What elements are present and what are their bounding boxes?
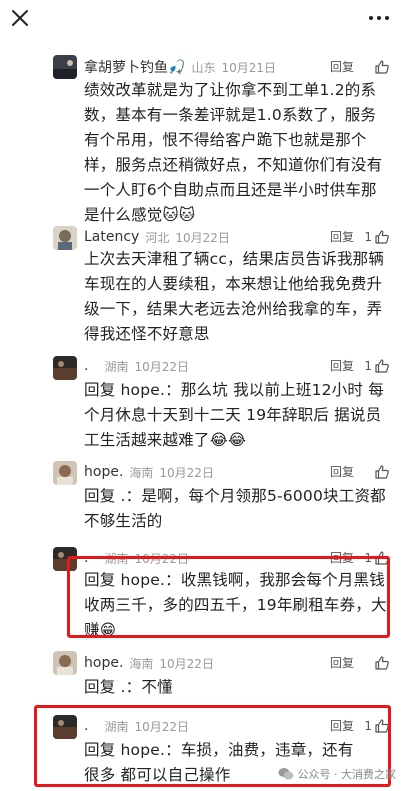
like-count: 1 [364, 359, 372, 373]
like-count: 1 [364, 230, 372, 244]
comment-meta: hope. 海南 10月22日 [84, 460, 214, 484]
region: 山东 [191, 60, 216, 75]
comment-text: 绩效改革就是为了让你拿不到工单1.2的系数，基本有一条差评就是1.0系数了，服务… [84, 81, 383, 224]
thumbs-up-icon [375, 359, 389, 373]
reply-button[interactable]: 回复 [330, 55, 354, 79]
date: 10月22日 [159, 465, 214, 480]
reply-button[interactable]: 回复 [330, 460, 354, 484]
wechat-icon [278, 768, 293, 780]
thumbs-up-icon [375, 465, 389, 479]
region: 海南 [129, 656, 154, 671]
username[interactable]: hope. [84, 464, 123, 480]
like-button[interactable]: 1 [364, 225, 390, 249]
thumbs-up-icon [375, 60, 389, 74]
avatar[interactable] [53, 356, 77, 380]
username[interactable]: Latency [84, 229, 139, 245]
avatar[interactable] [53, 55, 77, 79]
date: 10月22日 [134, 359, 190, 374]
date: 10月22日 [159, 656, 214, 671]
comment-text: 回复 .：不懂 [84, 678, 173, 696]
watermark: 公众号 · 大消费之家 [278, 766, 397, 782]
date: 10月22日 [175, 230, 230, 245]
like-button[interactable]: 1 [364, 354, 390, 378]
region: 湖南 [104, 359, 129, 374]
username[interactable]: hope. [84, 655, 123, 671]
like-button[interactable] [372, 651, 390, 675]
avatar[interactable] [53, 651, 77, 675]
comment-text: 回复 hope.：那么坑 我以前上班12小时 每个月休息十天到十二天 19年辞职… [84, 381, 384, 449]
thumbs-up-icon [375, 656, 389, 670]
avatar[interactable] [53, 226, 77, 250]
comment-text: 上次去天津租了辆cc，结果店员告诉我那辆车现在的人要续租，本来想让他给我免费升级… [84, 250, 385, 343]
comment-text: 回复 .：是啊，每个月领那5-6000块工资都不够生活的 [84, 487, 386, 530]
close-icon[interactable] [6, 4, 34, 32]
username[interactable]: . [84, 358, 88, 374]
thumbs-up-icon [375, 230, 389, 244]
reply-button[interactable]: 回复 [330, 225, 354, 249]
highlight-box [67, 556, 390, 638]
comment-meta: . 湖南 10月22日 [84, 354, 189, 378]
more-icon[interactable] [368, 10, 390, 26]
comment-meta: hope. 海南 10月22日 [84, 651, 214, 675]
top-bar [0, 0, 404, 40]
like-button[interactable] [372, 55, 390, 79]
like-button[interactable] [372, 460, 390, 484]
watermark-text: 公众号 · 大消费之家 [297, 768, 397, 781]
avatar[interactable] [53, 461, 77, 485]
comment-meta: 拿胡萝卜钓鱼🎣 山东 10月21日 [84, 55, 276, 79]
username[interactable]: 拿胡萝卜钓鱼🎣 [84, 57, 185, 77]
region: 海南 [129, 465, 154, 480]
comment-meta: Latency 河北 10月22日 [84, 225, 230, 249]
reply-button[interactable]: 回复 [330, 354, 354, 378]
reply-button[interactable]: 回复 [330, 651, 354, 675]
date: 10月21日 [221, 60, 276, 75]
region: 河北 [145, 230, 170, 245]
